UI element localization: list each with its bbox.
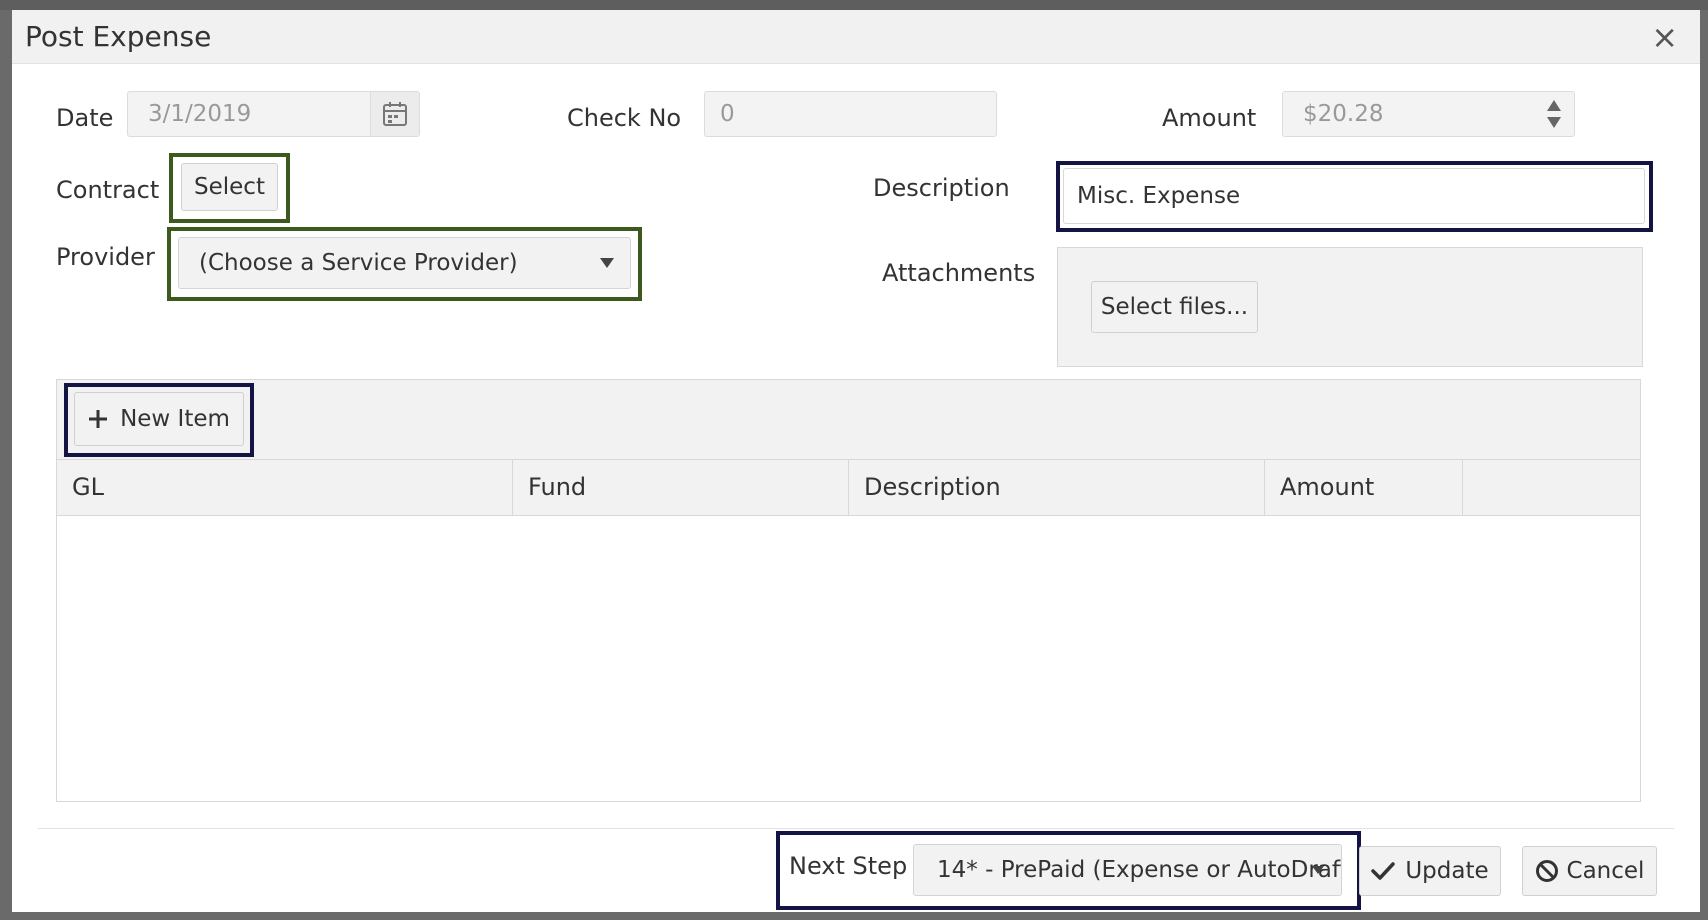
cancel-button[interactable]: Cancel bbox=[1522, 846, 1657, 896]
ban-icon bbox=[1535, 859, 1559, 883]
grid-header-row: GL Fund Description Amount bbox=[57, 460, 1640, 516]
column-header-fund[interactable]: Fund bbox=[513, 460, 849, 515]
column-header-amount[interactable]: Amount bbox=[1265, 460, 1463, 515]
description-label: Description bbox=[873, 174, 1010, 202]
description-input[interactable]: Misc. Expense bbox=[1063, 168, 1645, 224]
provider-value: (Choose a Service Provider) bbox=[199, 250, 518, 276]
amount-value: $20.28 bbox=[1303, 101, 1384, 127]
new-item-button[interactable]: New Item bbox=[74, 392, 244, 446]
provider-dropdown[interactable]: (Choose a Service Provider) bbox=[178, 237, 631, 289]
calendar-icon[interactable] bbox=[370, 92, 419, 136]
description-value: Misc. Expense bbox=[1077, 183, 1241, 209]
plus-icon bbox=[88, 409, 108, 429]
footer-separator bbox=[38, 828, 1674, 829]
backdrop-left-strip bbox=[0, 10, 12, 920]
caret-down-icon[interactable] bbox=[1303, 845, 1333, 895]
date-field[interactable]: 3/1/2019 bbox=[127, 91, 420, 137]
check-no-value: 0 bbox=[720, 101, 735, 127]
date-label: Date bbox=[56, 104, 114, 132]
post-expense-dialog: Post Expense × Date 3/1/2019 Check No 0 … bbox=[12, 10, 1700, 912]
check-icon bbox=[1371, 861, 1396, 881]
grid-toolbar bbox=[57, 380, 1640, 460]
check-no-label: Check No bbox=[567, 104, 682, 132]
close-icon[interactable]: × bbox=[1651, 18, 1678, 56]
new-item-label: New Item bbox=[120, 406, 230, 432]
select-files-button[interactable]: Select files... bbox=[1091, 281, 1258, 333]
column-header-description[interactable]: Description bbox=[849, 460, 1265, 515]
update-button[interactable]: Update bbox=[1359, 846, 1501, 896]
column-header-gl[interactable]: GL bbox=[57, 460, 513, 515]
spinner-arrows-icon[interactable] bbox=[1546, 98, 1562, 130]
caret-down-icon[interactable] bbox=[584, 238, 630, 288]
backdrop-top-strip bbox=[0, 0, 1708, 10]
next-step-value: 14* - PrePaid (Expense or AutoDraft) bbox=[937, 857, 1342, 883]
expense-items-grid: GL Fund Description Amount bbox=[56, 379, 1641, 802]
date-value: 3/1/2019 bbox=[148, 101, 252, 127]
amount-label: Amount bbox=[1162, 104, 1257, 132]
backdrop-right-strip bbox=[1700, 10, 1708, 920]
column-header-actions bbox=[1463, 460, 1640, 515]
cancel-label: Cancel bbox=[1566, 858, 1645, 884]
next-step-dropdown[interactable]: 14* - PrePaid (Expense or AutoDraft) bbox=[913, 844, 1342, 896]
contract-select-button[interactable]: Select bbox=[181, 163, 278, 211]
grid-body bbox=[57, 516, 1640, 801]
dialog-title: Post Expense bbox=[25, 20, 212, 53]
amount-field[interactable]: $20.28 bbox=[1282, 91, 1575, 137]
provider-label: Provider bbox=[56, 243, 155, 271]
attachments-label: Attachments bbox=[882, 259, 1036, 287]
next-step-label: Next Step bbox=[789, 852, 908, 880]
contract-label: Contract bbox=[56, 176, 160, 204]
update-label: Update bbox=[1405, 858, 1489, 884]
dialog-titlebar: Post Expense × bbox=[12, 10, 1700, 64]
backdrop-bottom-strip bbox=[0, 912, 1708, 920]
check-no-field[interactable]: 0 bbox=[704, 91, 997, 137]
